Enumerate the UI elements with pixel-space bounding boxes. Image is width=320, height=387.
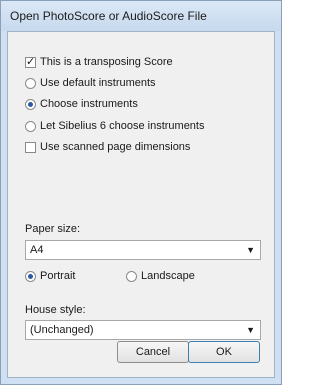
radio-icon[interactable]	[25, 120, 36, 132]
scanned-dimensions-label: Use scanned page dimensions	[40, 141, 191, 153]
use-default-label: Use default instruments	[40, 77, 156, 89]
let-sibelius-option[interactable]: Let Sibelius 6 choose instruments	[25, 120, 204, 132]
checkbox-icon[interactable]	[25, 55, 36, 68]
paper-size-select[interactable]: A4 ▼	[25, 240, 261, 260]
portrait-label: Portrait	[40, 270, 76, 282]
transposing-option[interactable]: This is a transposing Score	[25, 55, 173, 68]
landscape-label: Landscape	[141, 270, 195, 282]
house-style-select[interactable]: (Unchanged) ▼	[25, 320, 261, 340]
portrait-option[interactable]: Portrait	[25, 270, 75, 282]
choose-instruments-option[interactable]: Choose instruments	[25, 98, 138, 110]
chevron-down-icon: ▼	[246, 325, 255, 335]
radio-icon[interactable]	[25, 270, 36, 282]
paper-size-value: A4	[30, 244, 44, 256]
house-style-label: House style:	[25, 304, 86, 316]
scanned-dimensions-option[interactable]: Use scanned page dimensions	[25, 141, 190, 153]
choose-instruments-label: Choose instruments	[40, 98, 138, 110]
house-style-value: (Unchanged)	[30, 324, 94, 336]
radio-icon[interactable]	[126, 270, 137, 282]
radio-icon[interactable]	[25, 98, 36, 110]
checkbox-icon[interactable]	[25, 141, 36, 153]
radio-icon[interactable]	[25, 77, 36, 89]
use-default-option[interactable]: Use default instruments	[25, 77, 156, 89]
landscape-option[interactable]: Landscape	[126, 270, 195, 282]
title-bar[interactable]: Open PhotoScore or AudioScore File	[1, 1, 281, 31]
ok-button[interactable]: OK	[188, 341, 260, 363]
paper-size-label: Paper size:	[25, 223, 81, 235]
chevron-down-icon: ▼	[246, 245, 255, 255]
dialog-title: Open PhotoScore or AudioScore File	[10, 9, 207, 23]
transposing-label: This is a transposing Score	[40, 56, 173, 68]
let-sibelius-label: Let Sibelius 6 choose instruments	[40, 120, 205, 132]
cancel-button[interactable]: Cancel	[117, 341, 189, 363]
